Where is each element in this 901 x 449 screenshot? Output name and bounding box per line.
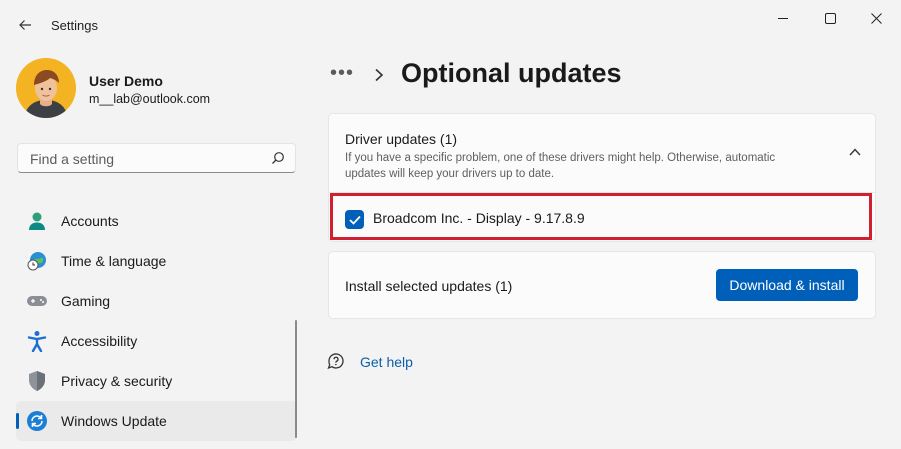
sidebar-item-label: Privacy & security: [61, 373, 173, 389]
back-arrow-icon: [19, 20, 31, 30]
maximize-icon: [824, 12, 836, 24]
close-button[interactable]: [853, 0, 899, 36]
driver-updates-description: If you have a specific problem, one of t…: [345, 152, 776, 180]
driver-checkbox[interactable]: [345, 210, 364, 229]
title-bar: Settings: [0, 0, 901, 48]
install-card: Install selected updates (1) Download & …: [328, 251, 876, 319]
settings-window: Settings User Demo m__lab@outlook.com Fi…: [0, 0, 901, 449]
minimize-icon: [778, 18, 788, 19]
sidebar-item-accessibility[interactable]: Accessibility: [16, 321, 297, 361]
get-help-link[interactable]: Get help: [360, 354, 413, 370]
sidebar-scrollbar[interactable]: [295, 320, 297, 438]
sidebar-nav: Accounts Time & language Gaming Accessib…: [16, 201, 297, 441]
sidebar-item-privacy-security[interactable]: Privacy & security: [16, 361, 297, 401]
sidebar-item-label: Gaming: [61, 293, 111, 309]
download-install-button[interactable]: Download & install: [716, 269, 858, 301]
install-label: Install selected updates (1): [345, 278, 513, 294]
app-title: Settings: [51, 18, 98, 33]
minimize-button[interactable]: [760, 0, 806, 36]
chevron-right-icon: [375, 68, 384, 82]
sidebar-item-label: Windows Update: [61, 413, 167, 429]
close-icon: [870, 12, 882, 24]
accounts-icon: [26, 210, 48, 232]
search-input[interactable]: [28, 149, 262, 169]
sidebar-item-windows-update[interactable]: Windows Update: [16, 401, 297, 441]
time-language-icon: [26, 250, 48, 272]
checkmark-icon: [348, 215, 361, 225]
gaming-icon: [26, 290, 48, 312]
breadcrumb-overflow[interactable]: •••: [330, 62, 354, 85]
page-title: Optional updates: [401, 58, 622, 88]
driver-item-label: Broadcom Inc. - Display - 9.17.8.9: [373, 210, 585, 226]
user-name: User Demo: [89, 73, 163, 89]
sidebar-item-time-language[interactable]: Time & language: [16, 241, 297, 281]
sidebar-item-label: Time & language: [61, 253, 167, 269]
sidebar-item-accounts[interactable]: Accounts: [16, 201, 297, 241]
search-icon[interactable]: [271, 151, 285, 165]
user-email: m__lab@outlook.com: [89, 92, 211, 106]
maximize-button[interactable]: [807, 0, 853, 36]
windows-update-icon: [26, 410, 48, 432]
help-icon: [327, 353, 344, 370]
shield-icon: [26, 370, 48, 392]
avatar[interactable]: [16, 58, 76, 118]
driver-updates-title: Driver updates (1): [345, 131, 458, 147]
sidebar-item-label: Accounts: [61, 213, 119, 229]
accessibility-icon: [26, 330, 48, 352]
sidebar-item-label: Accessibility: [61, 333, 138, 349]
search-box: [17, 143, 296, 173]
chevron-up-icon[interactable]: [849, 148, 861, 156]
back-button[interactable]: [12, 12, 38, 38]
user-avatar-icon: [16, 58, 76, 118]
sidebar-item-gaming[interactable]: Gaming: [16, 281, 297, 321]
